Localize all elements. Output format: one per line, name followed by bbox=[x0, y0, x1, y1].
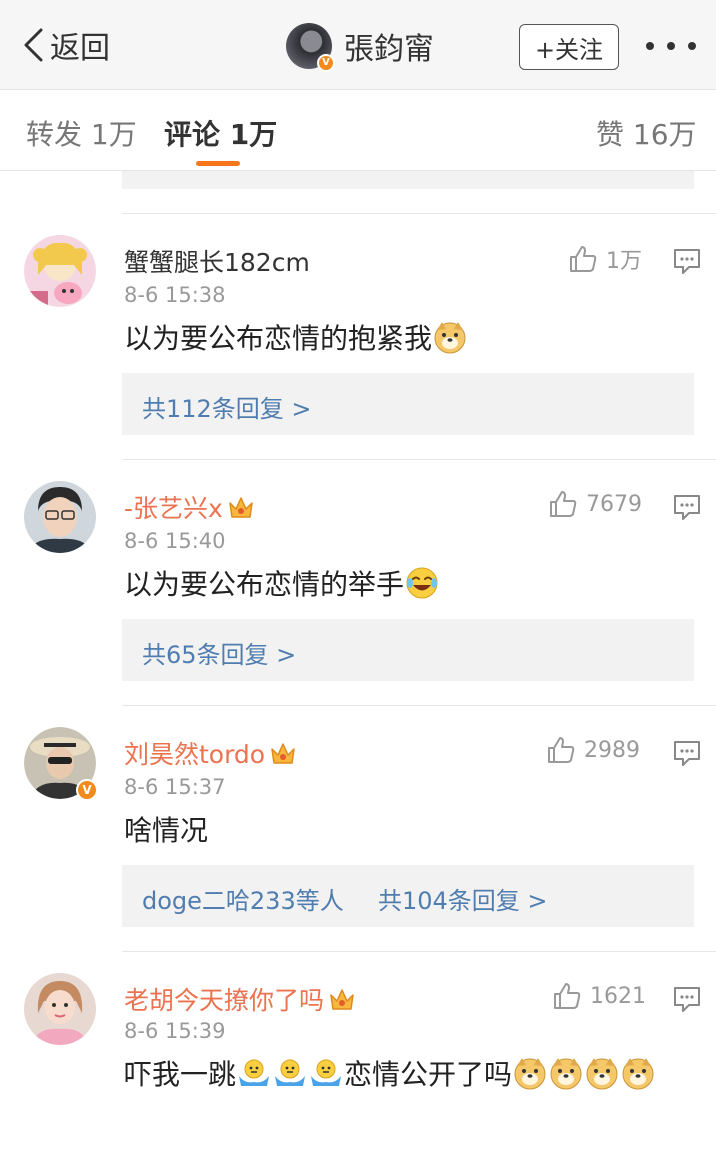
reply-count-link[interactable]: 共112条回复 > bbox=[142, 389, 312, 424]
commenter-name[interactable]: 蟹蟹腿长182cm bbox=[124, 243, 310, 279]
comment-text-after: 恋情公开了吗 bbox=[344, 1058, 513, 1091]
dot-icon bbox=[688, 42, 696, 50]
divider bbox=[122, 705, 716, 706]
tab-repost[interactable]: 转发 1万 bbox=[26, 113, 137, 153]
avatar[interactable]: V bbox=[24, 727, 98, 801]
tab-bar: 转发 1万 评论 1万 赞 16万 bbox=[0, 91, 716, 171]
dot-icon bbox=[646, 42, 654, 50]
vip-crown-icon bbox=[330, 989, 354, 1010]
previous-reply-box[interactable] bbox=[122, 171, 694, 189]
follow-button[interactable]: +关注 bbox=[519, 24, 619, 70]
doge-emoji-icon bbox=[550, 1058, 582, 1090]
like-button[interactable]: 7679 bbox=[548, 489, 642, 519]
tab-comment[interactable]: 评论 1万 bbox=[164, 113, 277, 153]
doge-emoji-icon bbox=[434, 322, 466, 354]
comment-text: 啥情况 bbox=[124, 814, 209, 847]
back-label: 返回 bbox=[50, 31, 110, 66]
back-button[interactable]: 返回 bbox=[22, 22, 110, 68]
reply-summary-box[interactable]: doge二哈233等人 共104条回复 > bbox=[122, 865, 694, 927]
user-name[interactable]: 張鈞甯 bbox=[344, 24, 434, 68]
comment-time: 8-6 15:37 bbox=[124, 775, 226, 799]
doge-emoji-icon bbox=[622, 1058, 654, 1090]
laugh-cry-emoji-icon bbox=[406, 567, 438, 599]
commenter-name[interactable]: -张艺兴x bbox=[124, 489, 255, 525]
avatar[interactable]: V bbox=[286, 23, 335, 72]
shrug-emoji-icon bbox=[275, 1059, 306, 1086]
active-tab-indicator bbox=[196, 161, 240, 166]
reply-icon[interactable] bbox=[672, 247, 702, 275]
thumbs-up-icon bbox=[554, 983, 581, 1009]
comment-text: 以为要公布恋情的抱紧我 bbox=[124, 317, 684, 361]
verified-badge: V bbox=[317, 54, 335, 72]
shrug-emoji-icon bbox=[311, 1059, 342, 1086]
like-button[interactable]: 2989 bbox=[546, 735, 640, 765]
reply-count-link[interactable]: 共104条回复 > bbox=[378, 881, 548, 916]
chevron-left-icon bbox=[24, 28, 43, 62]
doge-emoji-icon bbox=[586, 1058, 618, 1090]
avatar[interactable] bbox=[24, 235, 96, 307]
reply-summary-box[interactable]: 共112条回复 > bbox=[122, 373, 694, 435]
thumbs-up-icon bbox=[548, 737, 575, 763]
comment-time: 8-6 15:38 bbox=[124, 283, 226, 307]
vip-crown-icon bbox=[229, 497, 253, 518]
dot-icon bbox=[667, 42, 675, 50]
avatar[interactable] bbox=[24, 481, 96, 553]
top-navbar: 返回 V 張鈞甯 +关注 bbox=[0, 0, 716, 90]
reply-icon[interactable] bbox=[672, 985, 702, 1013]
like-button[interactable]: 1621 bbox=[552, 981, 646, 1011]
verified-badge: V bbox=[76, 779, 98, 801]
reply-users-link[interactable]: doge二哈233等人 bbox=[142, 881, 344, 916]
more-options-button[interactable] bbox=[646, 26, 696, 66]
commenter-name-text: 刘昊然tordo bbox=[124, 740, 266, 769]
divider bbox=[122, 459, 716, 460]
avatar[interactable] bbox=[24, 973, 96, 1045]
nav-user[interactable]: V 張鈞甯 bbox=[286, 22, 434, 72]
like-count: 1万 bbox=[606, 249, 642, 274]
vip-crown-icon bbox=[271, 743, 295, 764]
comment-text-content: 以为要公布恋情的抱紧我 bbox=[124, 322, 433, 355]
tab-likes[interactable]: 赞 16万 bbox=[596, 113, 697, 153]
like-count: 1621 bbox=[590, 983, 646, 1009]
divider bbox=[122, 951, 716, 952]
commenter-name[interactable]: 老胡今天撩你了吗 bbox=[124, 981, 356, 1017]
divider bbox=[122, 213, 716, 214]
thumbs-up-icon bbox=[550, 491, 577, 517]
reply-summary-box[interactable]: 共65条回复 > bbox=[122, 619, 694, 681]
comment-text: 以为要公布恋情的举手 bbox=[124, 563, 684, 607]
comment-time: 8-6 15:40 bbox=[124, 529, 226, 553]
like-count: 2989 bbox=[584, 737, 640, 763]
reply-count-link[interactable]: 共65条回复 > bbox=[142, 635, 296, 670]
comment-time: 8-6 15:39 bbox=[124, 1019, 226, 1043]
like-button[interactable]: 1万 bbox=[568, 243, 642, 275]
shrug-emoji-icon bbox=[239, 1059, 270, 1086]
commenter-name-text: 老胡今天撩你了吗 bbox=[124, 986, 325, 1015]
reply-icon[interactable] bbox=[672, 739, 702, 767]
doge-emoji-icon bbox=[514, 1058, 546, 1090]
comment-text-before: 吓我一跳 bbox=[124, 1058, 237, 1091]
commenter-name[interactable]: 刘昊然tordo bbox=[124, 735, 297, 771]
thumbs-up-icon bbox=[570, 246, 597, 272]
comment-text-content: 以为要公布恋情的举手 bbox=[124, 568, 405, 601]
commenter-name-text: -张艺兴x bbox=[124, 494, 223, 523]
comment-text: 吓我一跳 恋情公开了吗 bbox=[124, 1053, 684, 1097]
like-count: 7679 bbox=[586, 491, 642, 517]
reply-icon[interactable] bbox=[672, 493, 702, 521]
